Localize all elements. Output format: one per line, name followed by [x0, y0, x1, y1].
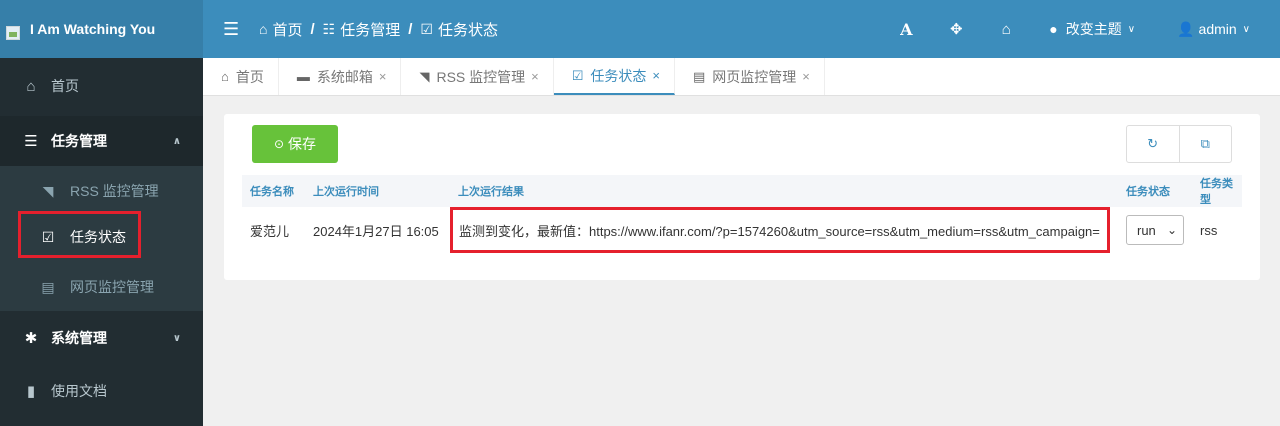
sidebar-item-system-management[interactable]: ✱ 系统管理 ∨ [0, 316, 203, 360]
breadcrumb-item[interactable]: 首页 [272, 19, 302, 40]
save-button[interactable]: ⊙ 保存 [252, 125, 338, 163]
theme-label: 改变主题 [1065, 21, 1122, 37]
highlight-box [18, 211, 141, 258]
task-name-cell: 爱范儿 [250, 223, 290, 239]
task-type-cell: rss [1200, 222, 1218, 238]
chevron-down-icon: ∨ [1127, 23, 1136, 35]
table-row: 爱范儿 2024年1月27日 16:05 监测到变化，最新值：https://w… [242, 207, 1242, 253]
check-circle-icon: ⊙ [273, 137, 285, 151]
save-label: 保存 [288, 136, 317, 152]
home-icon: ⌂ [259, 21, 268, 37]
calendar-check-icon: ☑ [571, 67, 584, 83]
file-code-icon: ▤ [41, 278, 55, 295]
tab-label: 系统邮箱 [316, 68, 373, 85]
chevron-down-icon: ⌄ [1166, 223, 1177, 237]
tab-label: RSS 监控管理 [436, 68, 526, 85]
column-header[interactable]: 任务名称 [242, 175, 305, 207]
top-navbar: I Am Watching You ☰ ⌂ 首页 / ☷ 任务管理 / ☑ 任务… [0, 0, 1280, 58]
table-header-row: 任务名称 上次运行时间 上次运行结果 任务状态 任务类型 [242, 175, 1242, 207]
close-icon[interactable]: × [531, 69, 539, 84]
tab-label: 网页监控管理 [712, 68, 797, 85]
file-icon: ▮ [26, 383, 36, 400]
sidebar-item-label: RSS 监控管理 [70, 183, 159, 199]
column-header[interactable]: 上次运行结果 [450, 175, 1118, 207]
rss-icon: ◥ [419, 68, 430, 84]
server-icon: ▬ [296, 69, 310, 84]
last-result-cell: 监测到变化，最新值：https://www.ifanr.com/?p=15742… [450, 207, 1118, 253]
column-header[interactable]: 任务状态 [1118, 175, 1192, 207]
tab-bar: ⌂ 首页 ▬ 系统邮箱 × ◥ RSS 监控管理 × ☑ 任务状态 × ▤ 网页… [203, 58, 1280, 96]
file-code-icon: ▤ [692, 68, 706, 84]
sidebar-item-label: 网页监控管理 [70, 279, 154, 295]
logo-image [6, 26, 20, 40]
refresh-icon[interactable]: ↻ [1127, 126, 1179, 162]
tab-label: 任务状态 [590, 67, 647, 84]
tab-task-status[interactable]: ☑ 任务状态 × [553, 58, 675, 95]
highlight-box: 监测到变化，最新值：https://www.ifanr.com/?p=15742… [450, 207, 1110, 253]
breadcrumb-separator: / [310, 20, 315, 38]
column-header[interactable]: 任务类型 [1192, 175, 1242, 207]
tab-rss-monitor[interactable]: ◥ RSS 监控管理 × [401, 58, 554, 95]
calendar-check-icon: ☑ [420, 20, 433, 37]
sidebar-item-docs[interactable]: ▮ 使用文档 [0, 371, 203, 411]
close-icon[interactable]: × [379, 69, 387, 84]
tab-home[interactable]: ⌂ 首页 [203, 58, 279, 95]
gear-icon: ✱ [24, 330, 38, 347]
font-size-icon[interactable]: A [881, 0, 931, 58]
column-header[interactable]: 上次运行时间 [305, 175, 450, 207]
breadcrumb-item: 任务状态 [437, 21, 498, 39]
close-icon[interactable]: × [802, 69, 810, 84]
task-state-cell: run ⌄ [1118, 207, 1192, 253]
task-state-select[interactable]: run ⌄ [1126, 215, 1184, 245]
result-text: 监测到变化，最新值：https://www.ifanr.com/?p=15742… [459, 223, 1100, 239]
user-label: admin [1198, 21, 1237, 37]
sidebar-item-task-management[interactable]: ☰ 任务管理 ∧ [0, 116, 203, 166]
fullscreen-icon[interactable]: ✥ [931, 0, 981, 58]
sidebar-item-label: 使用文档 [51, 383, 107, 399]
list-icon: ☷ [322, 20, 336, 37]
sidebar-item-label: 首页 [51, 78, 79, 94]
breadcrumb-separator: / [408, 20, 413, 38]
user-dropdown[interactable]: 👤 admin ∨ [1157, 0, 1280, 58]
breadcrumb-item[interactable]: 任务管理 [340, 19, 400, 40]
last-run-cell: 2024年1月27日 16:05 [313, 223, 439, 239]
tab-system-mailbox[interactable]: ▬ 系统邮箱 × [279, 58, 402, 95]
sidebar-item-web-monitor[interactable]: ▤ 网页监控管理 [0, 274, 203, 300]
home-button-icon[interactable]: ⌂ [981, 0, 1031, 58]
chevron-up-icon: ∧ [172, 135, 181, 147]
chevron-down-icon: ∨ [1242, 23, 1250, 35]
brand[interactable]: I Am Watching You [0, 0, 203, 58]
sidebar: ⌂ 首页 ☰ 任务管理 ∧ ◥ RSS 监控管理 ☑ 任务状态 ▤ 网页监控管理… [0, 58, 203, 426]
user-icon: 👤 [1177, 20, 1195, 37]
export-icon[interactable]: ⧉ [1178, 126, 1232, 162]
tab-label: 首页 [235, 68, 264, 85]
menu-toggle-icon[interactable]: ☰ [223, 19, 245, 40]
task-status-panel: ⊙ 保存 ↻ ⧉ 任务名称 上次运行时间 上次运行结果 任务状态 任务类型 爱范… [224, 114, 1260, 280]
breadcrumb: ⌂ 首页 / ☷ 任务管理 / ☑ 任务状态 [259, 19, 498, 40]
task-table: 任务名称 上次运行时间 上次运行结果 任务状态 任务类型 爱范儿 2024年1月… [242, 175, 1242, 253]
tab-web-monitor[interactable]: ▤ 网页监控管理 × [675, 58, 825, 95]
home-icon: ⌂ [221, 69, 229, 84]
app-title: I Am Watching You [30, 21, 156, 37]
table-tools: ↻ ⧉ [1126, 125, 1232, 163]
chevron-down-icon: ∨ [172, 332, 181, 344]
sidebar-item-label: 任务管理 [51, 133, 107, 149]
theme-dropdown[interactable]: ● 改变主题 ∨ [1031, 0, 1157, 58]
sidebar-item-label: 系统管理 [51, 330, 107, 346]
sidebar-item-home[interactable]: ⌂ 首页 [0, 66, 203, 106]
palette-icon: ● [1049, 21, 1058, 37]
task-state-value: run [1137, 222, 1156, 238]
tasks-icon: ☰ [24, 133, 38, 150]
rss-icon: ◥ [42, 182, 54, 199]
home-icon: ⌂ [26, 77, 36, 95]
close-icon[interactable]: × [652, 68, 660, 83]
sidebar-item-rss-monitor[interactable]: ◥ RSS 监控管理 [0, 178, 203, 204]
